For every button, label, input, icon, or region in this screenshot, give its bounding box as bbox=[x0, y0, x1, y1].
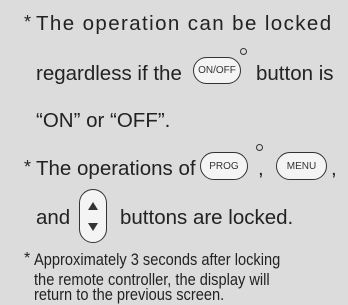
on-off-button-label: ON/OFF bbox=[198, 65, 236, 76]
down-arrow-icon bbox=[88, 223, 98, 231]
prog-button-icon: PROG bbox=[200, 152, 248, 180]
item2-comma1: , bbox=[258, 157, 264, 180]
bullet-asterisk: * bbox=[24, 157, 32, 177]
item2-rest: buttons are locked. bbox=[120, 206, 294, 229]
item2-line1: The operations of bbox=[36, 157, 196, 180]
bullet-asterisk: * bbox=[24, 12, 32, 32]
item1-line3: “ON” or “OFF”. bbox=[36, 109, 171, 132]
item1-line2-end: button is bbox=[256, 62, 334, 85]
indicator-dot-icon bbox=[256, 144, 263, 151]
item1-line1: The operation can be locked bbox=[36, 12, 333, 35]
on-off-button-icon: ON/OFF bbox=[193, 57, 241, 84]
menu-button-icon: MENU bbox=[276, 152, 327, 180]
bullet-asterisk: * bbox=[24, 250, 31, 267]
item2-comma2: , bbox=[331, 157, 337, 180]
up-down-button-icon bbox=[79, 189, 107, 243]
prog-button-label: PROG bbox=[209, 160, 239, 172]
menu-button-label: MENU bbox=[286, 160, 317, 172]
item3-line3: return to the previous screen. bbox=[34, 285, 225, 304]
item3-line1: Approximately 3 seconds after locking bbox=[34, 250, 281, 269]
indicator-dot-icon bbox=[240, 48, 247, 55]
item1-line2-start: regardless if the bbox=[36, 62, 182, 85]
up-arrow-icon bbox=[88, 202, 98, 210]
item2-and: and bbox=[36, 206, 71, 229]
